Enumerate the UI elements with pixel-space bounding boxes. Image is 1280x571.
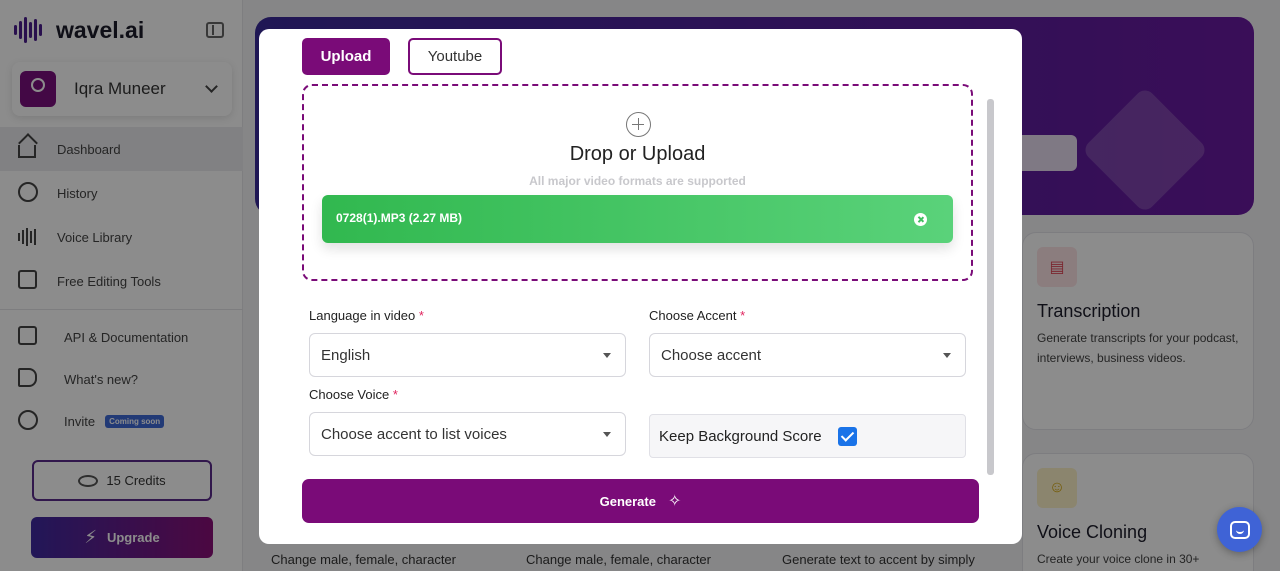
uploaded-file-chip: 0728(1).MP3 (2.27 MB) xyxy=(322,195,953,243)
keep-background-label: Keep Background Score xyxy=(659,427,822,445)
modal-scrollbar[interactable] xyxy=(987,99,994,475)
language-select[interactable]: English xyxy=(309,333,626,377)
keep-background-score: Keep Background Score xyxy=(649,414,966,458)
upload-modal: Upload Youtube Drop or Upload All major … xyxy=(259,29,1022,544)
tab-youtube[interactable]: Youtube xyxy=(408,38,502,75)
caret-down-icon xyxy=(603,432,611,437)
voice-select[interactable]: Choose accent to list voices xyxy=(309,412,626,456)
file-dropzone[interactable]: Drop or Upload All major video formats a… xyxy=(302,84,973,281)
sparkle-icon: ✧ xyxy=(667,493,682,510)
voice-label: Choose Voice * xyxy=(309,387,398,402)
plus-circle-icon xyxy=(626,112,651,137)
chat-icon xyxy=(1229,520,1250,539)
caret-down-icon xyxy=(943,353,951,358)
dropzone-subtitle: All major video formats are supported xyxy=(529,174,746,188)
caret-down-icon xyxy=(603,353,611,358)
dropzone-title: Drop or Upload xyxy=(569,143,706,165)
remove-file-icon[interactable] xyxy=(914,213,927,226)
accent-label: Choose Accent * xyxy=(649,308,746,323)
keep-background-checkbox[interactable] xyxy=(837,426,857,446)
chat-button[interactable] xyxy=(1217,507,1262,552)
generate-label: Generate xyxy=(599,493,656,509)
file-name: 0728(1).MP3 (2.27 MB) xyxy=(336,211,463,225)
language-label: Language in video * xyxy=(309,308,424,323)
accent-select[interactable]: Choose accent xyxy=(649,333,966,377)
tab-upload[interactable]: Upload xyxy=(302,38,390,75)
generate-button[interactable]: Generate ✧ xyxy=(302,479,979,523)
